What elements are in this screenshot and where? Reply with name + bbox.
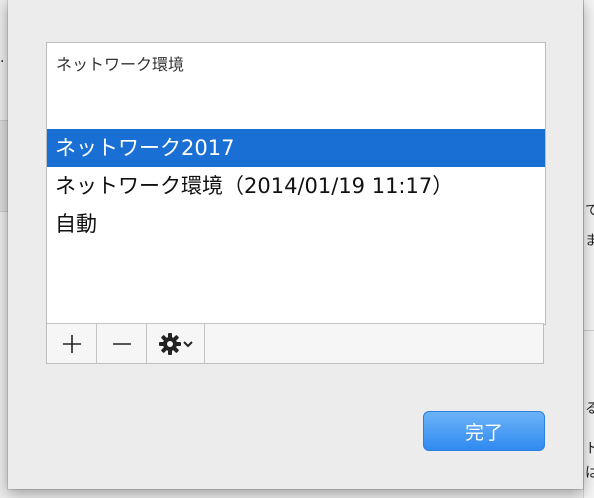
network-locations-list[interactable]: ネットワーク環境 ネットワーク2017 ネットワーク環境（2014/01/19 … — [46, 42, 546, 325]
minus-icon — [112, 342, 131, 345]
list-item-label: 自動 — [55, 212, 97, 236]
network-locations-sheet: ネットワーク環境 ネットワーク2017 ネットワーク環境（2014/01/19 … — [8, 0, 583, 489]
background-text-fragment: ト — [585, 438, 594, 458]
list-item-network-2014[interactable]: ネットワーク環境（2014/01/19 11:17） — [47, 167, 545, 205]
background-text-fragment: . — [0, 50, 5, 66]
add-location-button[interactable] — [47, 324, 97, 363]
list-header: ネットワーク環境 — [56, 55, 185, 74]
list-toolbar — [46, 323, 544, 364]
remove-location-button[interactable] — [97, 324, 147, 363]
background-divider — [584, 330, 594, 331]
background-text-fragment: は — [585, 462, 594, 482]
list-item-label: ネットワーク2017 — [55, 136, 235, 160]
chevron-down-icon — [182, 340, 193, 347]
done-button-label: 完了 — [464, 421, 503, 444]
list-item-label: ネットワーク環境（2014/01/19 11:17） — [55, 174, 454, 198]
plus-icon — [62, 334, 81, 353]
done-button[interactable]: 完了 — [423, 411, 545, 451]
list-item-automatic[interactable]: 自動 — [47, 205, 545, 243]
background-window-edge: て ま る ト は — [583, 0, 594, 498]
background-text-fragment: て — [585, 200, 594, 220]
list-item-network-2017[interactable]: ネットワーク2017 — [47, 129, 545, 167]
toolbar-spacer — [205, 324, 543, 363]
action-menu-button[interactable] — [147, 324, 205, 363]
background-text-fragment: る — [585, 398, 594, 418]
background-text-fragment: ま — [585, 230, 594, 250]
gear-icon — [158, 332, 181, 355]
